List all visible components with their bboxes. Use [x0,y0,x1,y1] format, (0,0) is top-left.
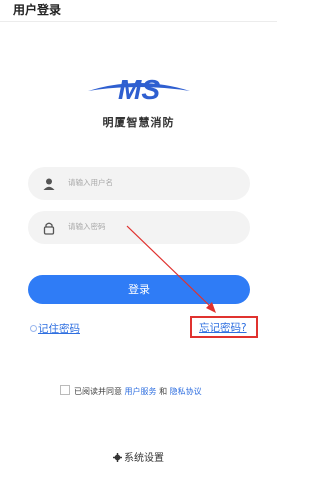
login-button[interactable]: 登录 [28,275,250,304]
username-field[interactable]: 请输入用户名 [28,167,250,200]
username-placeholder: 请输入用户名 [68,178,113,187]
header-bar: 用户登录 [0,0,277,22]
settings-label: 系统设置 [124,453,164,464]
agreement-checkbox[interactable] [60,385,70,395]
user-service-link[interactable]: 用户服务 [125,387,157,396]
remember-password-link[interactable]: 记住密码 [38,321,80,336]
logo-text: MS [118,74,160,105]
user-icon [43,178,55,190]
privacy-policy-link[interactable]: 隐私协议 [170,387,202,396]
password-field[interactable]: 请输入密码 [28,211,250,244]
agreement-and: 和 [159,387,168,396]
gear-icon [113,453,122,462]
system-settings-button[interactable]: 系统设置 [0,449,277,464]
agreement-row: 已阅读并同意 用户服务 和 隐私协议 [60,385,202,397]
brand-name: 明厦智慧消防 [102,116,175,129]
agreement-prefix: 已阅读并同意 [74,387,122,396]
forgot-password-link[interactable]: 忘记密码? [199,320,247,335]
remember-checkbox[interactable] [30,325,37,332]
password-placeholder: 请输入密码 [68,222,106,231]
page-title: 用户登录 [13,3,62,17]
lock-icon [43,222,55,235]
ms-logo: MS [88,74,190,105]
